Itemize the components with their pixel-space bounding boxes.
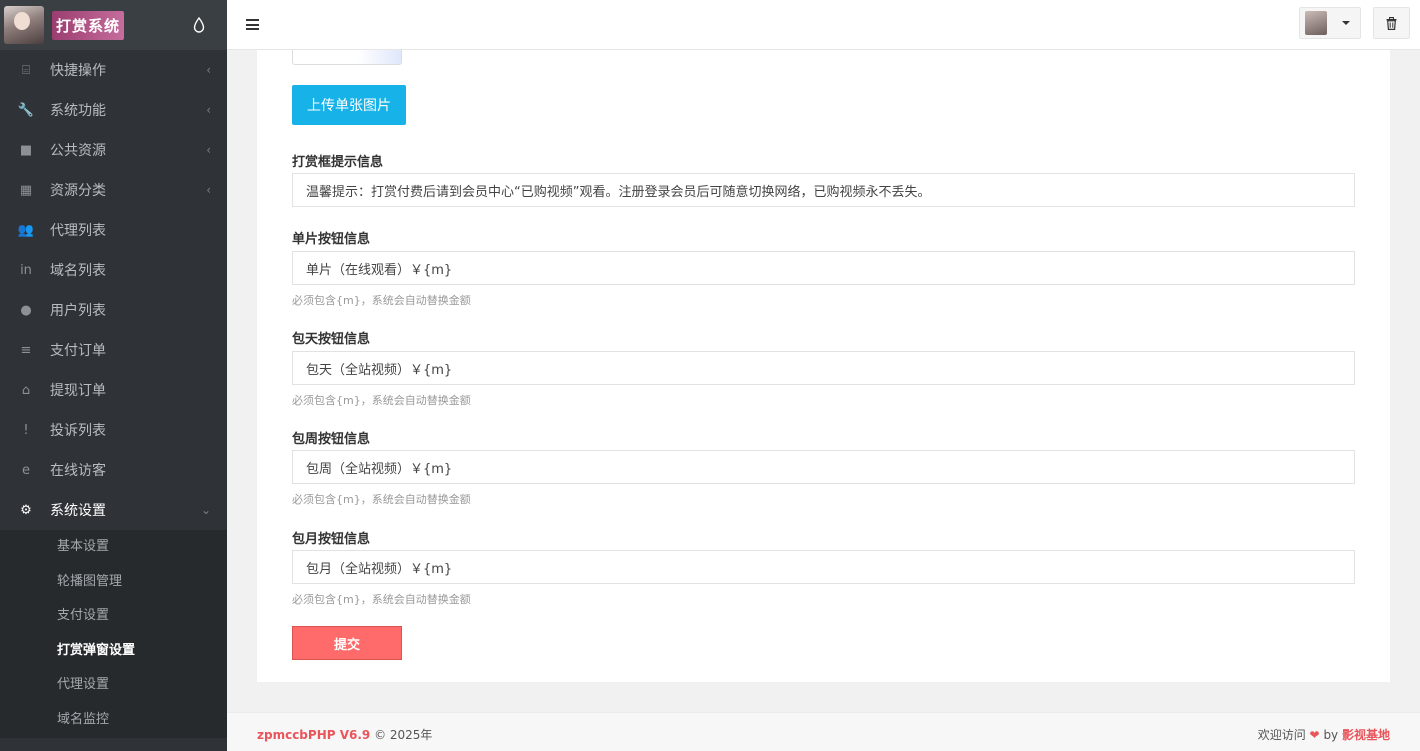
footer-site-link[interactable]: 影视基地 xyxy=(1342,728,1390,742)
heart-icon: ❤ xyxy=(1309,728,1320,742)
day-button-input[interactable]: 包天（全站视频）￥{m} xyxy=(292,351,1355,385)
sidebar-item-label: 支付订单 xyxy=(50,343,106,359)
users-icon: 👥 xyxy=(17,222,35,238)
sidebar-item-5[interactable]: in 域名列表 xyxy=(0,250,227,290)
sidebar-item-label: 资源分类 xyxy=(50,183,106,199)
user-menu-button[interactable] xyxy=(1299,7,1361,39)
linkedin-icon: in xyxy=(20,262,32,278)
database-icon: ≡ xyxy=(20,342,32,358)
field-hint-single: 必须包含{m}，系统会自动替换金额 xyxy=(292,294,471,307)
th-large-icon: ▦ xyxy=(19,182,33,198)
footer-copyright-text: © 2025年 xyxy=(374,728,433,742)
topbar xyxy=(227,0,1420,50)
trash-icon xyxy=(1386,16,1397,30)
sidebar-item-11[interactable]: ⚙ 系统设置 ⌄ xyxy=(0,490,227,530)
avatar xyxy=(1305,11,1327,35)
submenu-item-5[interactable]: 域名监控 xyxy=(0,703,227,738)
sidebar-item-1[interactable]: 🔧 系统功能 ‹ xyxy=(0,90,227,130)
user-icon: ● xyxy=(20,302,32,318)
footer: zpmccbPHP V6.9 © 2025年 欢迎访问 ❤ by 影视基地 xyxy=(227,712,1420,751)
cog-icon: ⚙ xyxy=(20,502,32,518)
clear-cache-button[interactable] xyxy=(1373,7,1410,39)
field-label-tip: 打赏框提示信息 xyxy=(292,155,384,170)
sidebar-submenu-settings: 基本设置 轮播图管理 支付设置 打赏弹窗设置 代理设置 域名监控 xyxy=(0,530,227,738)
submenu-item-0[interactable]: 基本设置 xyxy=(0,530,227,565)
sidebar-item-0[interactable]: ⌸ 快捷操作 ‹ xyxy=(0,50,227,90)
footer-copyright: zpmccbPHP V6.9 © 2025年 xyxy=(257,726,432,743)
field-hint-month: 必须包含{m}，系统会自动替换金额 xyxy=(292,593,471,606)
sidebar-item-label: 系统功能 xyxy=(50,103,106,119)
submenu-item-4[interactable]: 代理设置 xyxy=(0,668,227,703)
brand-title: 打赏系统 xyxy=(52,10,125,40)
footer-welcome-text: 欢迎访问 xyxy=(1257,728,1306,742)
brand-avatar xyxy=(4,6,44,44)
sidebar-item-label: 域名列表 xyxy=(50,263,106,279)
sidebar-item-label: 在线访客 xyxy=(50,463,106,479)
sidebar-item-10[interactable]: e 在线访客 xyxy=(0,450,227,490)
sidebar-item-4[interactable]: 👥 代理列表 xyxy=(0,210,227,250)
sidebar-item-label: 快捷操作 xyxy=(50,63,106,79)
brand-bar: 打赏系统 xyxy=(0,0,227,50)
sidebar-item-label: 系统设置 xyxy=(50,503,106,519)
field-label-week: 包周按钮信息 xyxy=(292,432,371,447)
field-hint-week: 必须包含{m}，系统会自动替换金额 xyxy=(292,493,471,506)
sidebar-menu: ⌸ 快捷操作 ‹ 🔧 系统功能 ‹ ■ 公共资源 ‹ ▦ 资源分类 ‹ 👥 代理列表 in 域名列表 ● 用户列表… xyxy=(0,50,227,530)
chevron-left-icon: ‹ xyxy=(206,143,211,157)
folder-open-icon: ⌸ xyxy=(22,62,30,78)
footer-credit: 欢迎访问 ❤ by 影视基地 xyxy=(1258,726,1390,743)
field-label-day: 包天按钮信息 xyxy=(292,332,371,347)
sidebar: 打赏系统 ⌸ 快捷操作 ‹ 🔧 系统功能 ‹ ■ 公共资源 ‹ ▦ 资源分类 ‹ 👥 代理列表 in 域名列表… xyxy=(0,0,227,751)
theme-drop-icon[interactable] xyxy=(193,17,205,33)
exclamation-circle-icon: ! xyxy=(23,422,29,438)
upload-image-button[interactable]: 上传单张图片 xyxy=(292,85,406,125)
bank-icon: ⌂ xyxy=(21,382,31,398)
field-label-single: 单片按钮信息 xyxy=(292,232,371,247)
chevron-down-icon: ⌄ xyxy=(200,503,211,517)
menu-toggle-icon[interactable] xyxy=(246,19,259,30)
submenu-item-3[interactable]: 打赏弹窗设置 xyxy=(0,634,227,669)
chevron-left-icon: ‹ xyxy=(206,63,211,77)
sidebar-item-8[interactable]: ⌂ 提现订单 xyxy=(0,370,227,410)
single-button-input[interactable]: 单片（在线观看）￥{m} xyxy=(292,251,1355,285)
sidebar-item-3[interactable]: ▦ 资源分类 ‹ xyxy=(0,170,227,210)
image-preview xyxy=(292,50,402,65)
sidebar-item-label: 投诉列表 xyxy=(50,423,106,439)
sidebar-item-7[interactable]: ≡ 支付订单 xyxy=(0,330,227,370)
submenu-item-2[interactable]: 支付设置 xyxy=(0,599,227,634)
sidebar-item-label: 用户列表 xyxy=(50,303,106,319)
sidebar-item-label: 提现订单 xyxy=(50,383,106,399)
footer-brand-link[interactable]: zpmccbPHP V6.9 xyxy=(257,728,370,742)
sidebar-item-9[interactable]: ! 投诉列表 xyxy=(0,410,227,450)
sidebar-item-label: 代理列表 xyxy=(50,223,106,239)
sidebar-item-2[interactable]: ■ 公共资源 ‹ xyxy=(0,130,227,170)
settings-panel: 上传单张图片 打赏框提示信息 温馨提示：打赏付费后请到会员中心“已购视频”观看。… xyxy=(257,50,1390,682)
wrench-icon: 🔧 xyxy=(17,102,35,118)
tip-message-input[interactable]: 温馨提示：打赏付费后请到会员中心“已购视频”观看。注册登录会员后可随意切换网络，… xyxy=(292,173,1355,207)
video-camera-icon: ■ xyxy=(19,142,33,158)
field-label-month: 包月按钮信息 xyxy=(292,532,371,547)
submit-button[interactable]: 提交 xyxy=(292,626,402,660)
footer-by-text: by xyxy=(1323,728,1339,742)
caret-down-icon xyxy=(1342,21,1350,25)
submenu-item-1[interactable]: 轮播图管理 xyxy=(0,565,227,600)
sidebar-item-6[interactable]: ● 用户列表 xyxy=(0,290,227,330)
internet-explorer-icon: e xyxy=(22,462,30,478)
week-button-input[interactable]: 包周（全站视频）￥{m} xyxy=(292,450,1355,484)
chevron-left-icon: ‹ xyxy=(206,183,211,197)
month-button-input[interactable]: 包月（全站视频）￥{m} xyxy=(292,550,1355,584)
chevron-left-icon: ‹ xyxy=(206,103,211,117)
field-hint-day: 必须包含{m}，系统会自动替换金额 xyxy=(292,394,471,407)
sidebar-item-label: 公共资源 xyxy=(50,143,106,159)
